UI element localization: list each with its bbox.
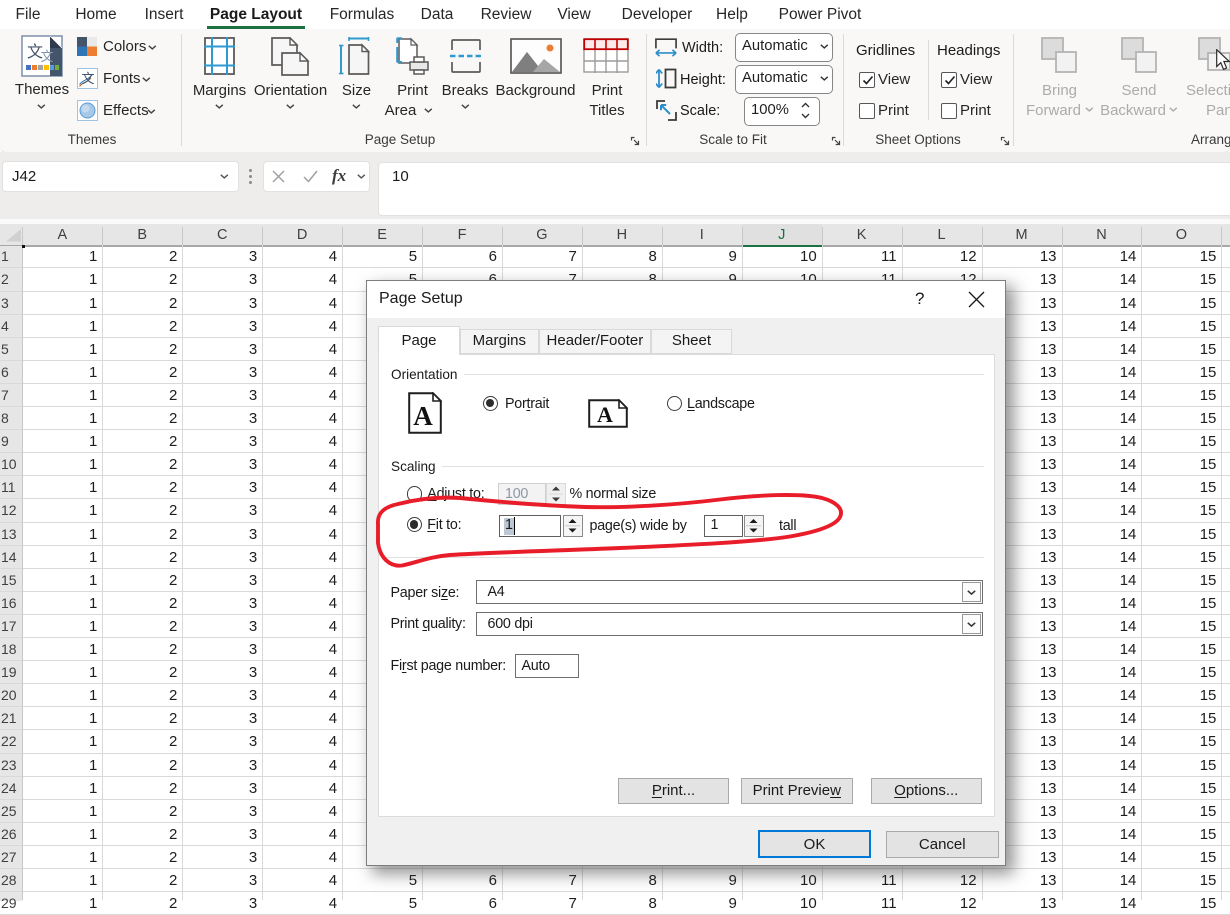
svg-text:文: 文 <box>40 49 53 64</box>
svg-text:文: 文 <box>81 71 94 86</box>
svg-text:A: A <box>597 402 613 427</box>
svg-text:A: A <box>413 401 433 431</box>
